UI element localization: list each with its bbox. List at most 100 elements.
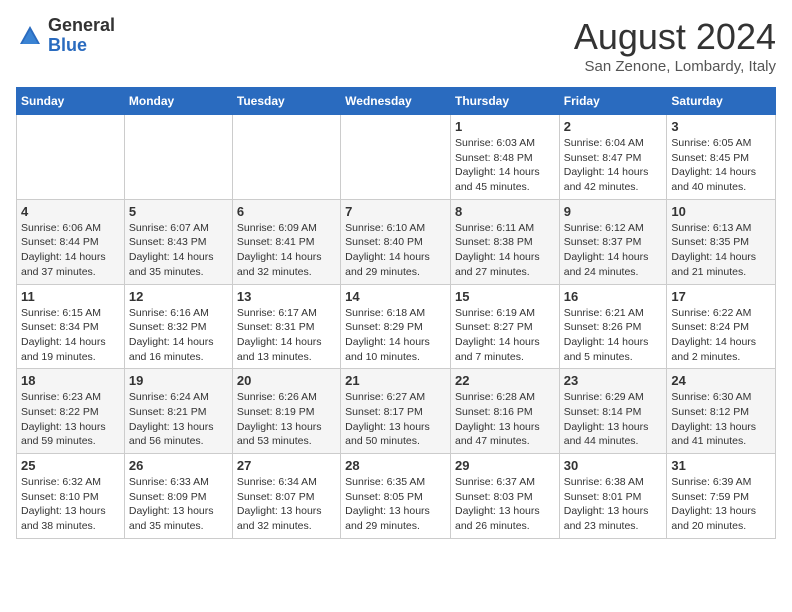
day-info: Sunrise: 6:37 AM Sunset: 8:03 PM Dayligh… [455, 475, 555, 534]
table-row: 15 Sunrise: 6:19 AM Sunset: 8:27 PM Dayli… [450, 284, 559, 369]
day-number: 3 [671, 119, 771, 134]
table-row: 13Sunrise: 6:17 AM Sunset: 8:31 PM Dayli… [232, 284, 340, 369]
table-row: 16 Sunrise: 6:21 AM Sunset: 8:26 PM Dayli… [559, 284, 667, 369]
table-row: 12 Sunrise: 6:16 AM Sunset: 8:32 PM Dayli… [124, 284, 232, 369]
day-info: Sunrise: 6:16 AM Sunset: 8:32 PM Dayligh… [129, 306, 228, 365]
table-row: 23Sunrise: 6:29 AM Sunset: 8:14 PM Dayli… [559, 369, 667, 454]
calendar-week-row: 1 Sunrise: 6:03 AM Sunset: 8:48 PM Daylig… [17, 115, 776, 200]
table-row: 29 Sunrise: 6:37 AM Sunset: 8:03 PM Dayli… [450, 454, 559, 539]
day-number: 27 [237, 458, 336, 473]
day-info: Sunrise: 6:33 AM Sunset: 8:09 PM Dayligh… [129, 475, 228, 534]
table-row: 10 Sunrise: 6:13 AM Sunset: 8:35 PM Dayli… [667, 199, 776, 284]
month-title: August 2024 [574, 16, 776, 58]
table-row: 1 Sunrise: 6:03 AM Sunset: 8:48 PM Daylig… [450, 115, 559, 200]
day-number: 23 [564, 373, 663, 388]
logo-blue-text: Blue [48, 35, 87, 55]
day-number: 8 [455, 204, 555, 219]
day-number: 17 [671, 289, 771, 304]
table-row: 14 Sunrise: 6:18 AM Sunset: 8:29 PM Dayli… [341, 284, 451, 369]
table-row: 8 Sunrise: 6:11 AM Sunset: 8:38 PM Daylig… [450, 199, 559, 284]
day-info: Sunrise: 6:05 AM Sunset: 8:45 PM Dayligh… [671, 136, 771, 195]
day-info: Sunrise: 6:28 AM Sunset: 8:16 PM Dayligh… [455, 390, 555, 449]
table-row [232, 115, 340, 200]
day-number: 6 [237, 204, 336, 219]
title-block: August 2024 San Zenone, Lombardy, Italy [574, 16, 776, 75]
table-row [341, 115, 451, 200]
calendar-week-row: 11Sunrise: 6:15 AM Sunset: 8:34 PM Dayli… [17, 284, 776, 369]
col-friday: Friday [559, 88, 667, 115]
day-info: Sunrise: 6:19 AM Sunset: 8:27 PM Dayligh… [455, 306, 555, 365]
day-number: 29 [455, 458, 555, 473]
day-info: Sunrise: 6:38 AM Sunset: 8:01 PM Dayligh… [564, 475, 663, 534]
table-row: 17 Sunrise: 6:22 AM Sunset: 8:24 PM Dayli… [667, 284, 776, 369]
table-row: 2Sunrise: 6:04 AM Sunset: 8:47 PM Daylig… [559, 115, 667, 200]
table-row: 28 Sunrise: 6:35 AM Sunset: 8:05 PM Dayli… [341, 454, 451, 539]
table-row [124, 115, 232, 200]
day-number: 4 [21, 204, 120, 219]
calendar-week-row: 4 Sunrise: 6:06 AM Sunset: 8:44 PM Daylig… [17, 199, 776, 284]
col-saturday: Saturday [667, 88, 776, 115]
table-row: 3 Sunrise: 6:05 AM Sunset: 8:45 PM Daylig… [667, 115, 776, 200]
day-info: Sunrise: 6:12 AM Sunset: 8:37 PM Dayligh… [564, 221, 663, 280]
day-number: 22 [455, 373, 555, 388]
day-number: 2 [564, 119, 663, 134]
day-info: Sunrise: 6:35 AM Sunset: 8:05 PM Dayligh… [345, 475, 446, 534]
day-number: 10 [671, 204, 771, 219]
col-wednesday: Wednesday [341, 88, 451, 115]
day-info: Sunrise: 6:11 AM Sunset: 8:38 PM Dayligh… [455, 221, 555, 280]
day-info: Sunrise: 6:06 AM Sunset: 8:44 PM Dayligh… [21, 221, 120, 280]
day-number: 9 [564, 204, 663, 219]
day-info: Sunrise: 6:03 AM Sunset: 8:48 PM Dayligh… [455, 136, 555, 195]
day-info: Sunrise: 6:39 AM Sunset: 7:59 PM Dayligh… [671, 475, 771, 534]
day-number: 30 [564, 458, 663, 473]
table-row: 26 Sunrise: 6:33 AM Sunset: 8:09 PM Dayli… [124, 454, 232, 539]
page-header: General Blue August 2024 San Zenone, Lom… [16, 16, 776, 75]
table-row: 27 Sunrise: 6:34 AM Sunset: 8:07 PM Dayli… [232, 454, 340, 539]
table-row: 18 Sunrise: 6:23 AM Sunset: 8:22 PM Dayli… [17, 369, 125, 454]
table-row: 24Sunrise: 6:30 AM Sunset: 8:12 PM Dayli… [667, 369, 776, 454]
logo-general-text: General [48, 15, 115, 35]
day-info: Sunrise: 6:09 AM Sunset: 8:41 PM Dayligh… [237, 221, 336, 280]
day-info: Sunrise: 6:34 AM Sunset: 8:07 PM Dayligh… [237, 475, 336, 534]
day-number: 25 [21, 458, 120, 473]
table-row: 4 Sunrise: 6:06 AM Sunset: 8:44 PM Daylig… [17, 199, 125, 284]
day-info: Sunrise: 6:15 AM Sunset: 8:34 PM Dayligh… [21, 306, 120, 365]
day-info: Sunrise: 6:30 AM Sunset: 8:12 PM Dayligh… [671, 390, 771, 449]
day-number: 31 [671, 458, 771, 473]
day-info: Sunrise: 6:17 AM Sunset: 8:31 PM Dayligh… [237, 306, 336, 365]
day-number: 15 [455, 289, 555, 304]
day-number: 12 [129, 289, 228, 304]
day-number: 18 [21, 373, 120, 388]
day-number: 19 [129, 373, 228, 388]
col-thursday: Thursday [450, 88, 559, 115]
day-info: Sunrise: 6:18 AM Sunset: 8:29 PM Dayligh… [345, 306, 446, 365]
day-number: 28 [345, 458, 446, 473]
calendar-table: Sunday Monday Tuesday Wednesday Thursday… [16, 87, 776, 539]
day-info: Sunrise: 6:26 AM Sunset: 8:19 PM Dayligh… [237, 390, 336, 449]
col-sunday: Sunday [17, 88, 125, 115]
calendar-week-row: 25Sunrise: 6:32 AM Sunset: 8:10 PM Dayli… [17, 454, 776, 539]
calendar-week-row: 18 Sunrise: 6:23 AM Sunset: 8:22 PM Dayli… [17, 369, 776, 454]
day-info: Sunrise: 6:27 AM Sunset: 8:17 PM Dayligh… [345, 390, 446, 449]
day-number: 21 [345, 373, 446, 388]
day-number: 16 [564, 289, 663, 304]
day-info: Sunrise: 6:21 AM Sunset: 8:26 PM Dayligh… [564, 306, 663, 365]
logo: General Blue [16, 16, 115, 56]
table-row: 30 Sunrise: 6:38 AM Sunset: 8:01 PM Dayli… [559, 454, 667, 539]
location-subtitle: San Zenone, Lombardy, Italy [574, 58, 776, 75]
col-tuesday: Tuesday [232, 88, 340, 115]
day-number: 7 [345, 204, 446, 219]
day-number: 5 [129, 204, 228, 219]
day-info: Sunrise: 6:22 AM Sunset: 8:24 PM Dayligh… [671, 306, 771, 365]
day-info: Sunrise: 6:23 AM Sunset: 8:22 PM Dayligh… [21, 390, 120, 449]
day-number: 14 [345, 289, 446, 304]
table-row: 7Sunrise: 6:10 AM Sunset: 8:40 PM Daylig… [341, 199, 451, 284]
day-number: 26 [129, 458, 228, 473]
day-number: 20 [237, 373, 336, 388]
table-row [17, 115, 125, 200]
calendar-header-row: Sunday Monday Tuesday Wednesday Thursday… [17, 88, 776, 115]
day-number: 1 [455, 119, 555, 134]
table-row: 31 Sunrise: 6:39 AM Sunset: 7:59 PM Dayli… [667, 454, 776, 539]
table-row: 5Sunrise: 6:07 AM Sunset: 8:43 PM Daylig… [124, 199, 232, 284]
day-info: Sunrise: 6:13 AM Sunset: 8:35 PM Dayligh… [671, 221, 771, 280]
